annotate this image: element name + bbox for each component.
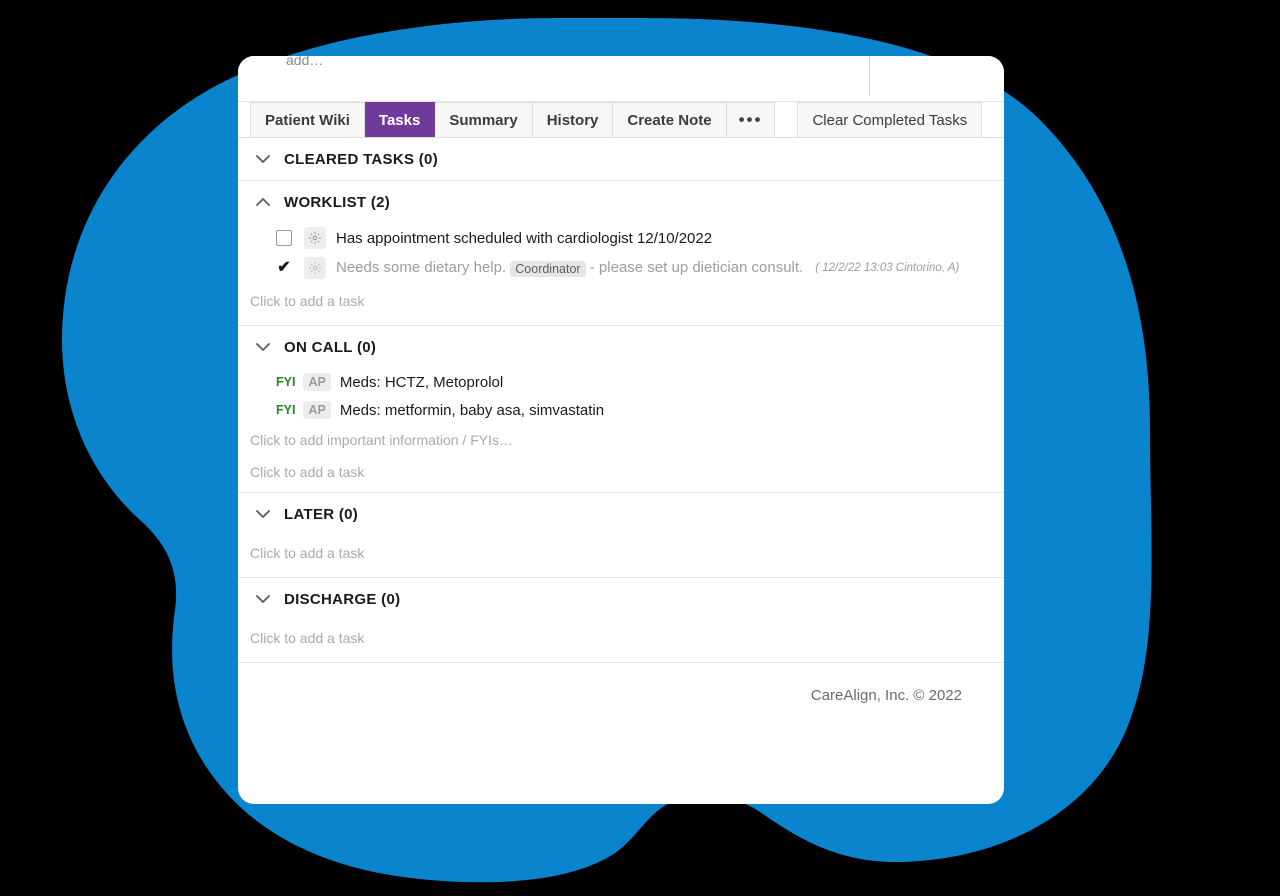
tab-patient-wiki[interactable]: Patient Wiki <box>250 102 365 137</box>
add-task-hint-discharge[interactable]: Click to add a task <box>238 620 1004 658</box>
table-row[interactable]: ✔ Needs some dietary help. Coordinator -… <box>238 253 1004 283</box>
tab-more-options-icon[interactable]: ••• <box>726 102 776 137</box>
task-text-before-chip: Needs some dietary help. <box>336 259 507 277</box>
section-on-call: ON CALL (0) FYI AP Meds: HCTZ, Metoprolo… <box>238 326 1004 493</box>
section-header-discharge[interactable]: DISCHARGE (0) <box>238 578 1004 620</box>
chevron-down-icon <box>252 336 274 358</box>
chevron-up-icon <box>252 191 274 213</box>
fyi-tag: FYI <box>276 403 296 417</box>
chevron-down-icon <box>252 148 274 170</box>
app-card: add… Patient Wiki Tasks Summary History … <box>238 56 1004 804</box>
table-row[interactable]: Has appointment scheduled with cardiolog… <box>238 223 1004 253</box>
section-discharge: DISCHARGE (0) Click to add a task <box>238 578 1004 663</box>
app-footer: CareAlign, Inc. © 2022 <box>238 663 1004 727</box>
chevron-down-icon <box>252 588 274 610</box>
worklist-body: Has appointment scheduled with cardiolog… <box>238 223 1004 325</box>
add-task-hint-worklist[interactable]: Click to add a task <box>238 283 1004 321</box>
section-title-discharge: DISCHARGE (0) <box>284 590 401 608</box>
section-title-later: LATER (0) <box>284 505 359 523</box>
top-strip-divider <box>869 56 870 96</box>
section-header-on-call[interactable]: ON CALL (0) <box>238 326 1004 368</box>
task-text-after-chip: - please set up dietician consult. <box>589 259 804 277</box>
section-title-cleared-tasks: CLEARED TASKS (0) <box>284 150 438 168</box>
list-item[interactable]: FYI AP Meds: metformin, baby asa, simvas… <box>238 396 1004 424</box>
fyi-tag: FYI <box>276 375 296 389</box>
task-label: Has appointment scheduled with cardiolog… <box>336 229 713 247</box>
tab-tasks[interactable]: Tasks <box>364 102 436 137</box>
section-header-worklist[interactable]: WORKLIST (2) <box>238 181 1004 223</box>
add-task-hint-later[interactable]: Click to add a task <box>238 535 1004 573</box>
task-checkbox-unchecked[interactable] <box>276 230 292 246</box>
copyright-text: CareAlign, Inc. © 2022 <box>810 686 962 704</box>
fyi-label: Meds: HCTZ, Metoprolol <box>339 373 504 391</box>
tab-history[interactable]: History <box>532 102 614 137</box>
gear-icon[interactable] <box>304 257 326 279</box>
chevron-down-icon <box>252 503 274 525</box>
tab-bar-spacer <box>775 102 797 137</box>
task-label-completed: Needs some dietary help. Coordinator - p… <box>336 259 804 277</box>
list-item[interactable]: FYI AP Meds: HCTZ, Metoprolol <box>238 368 1004 396</box>
section-title-on-call: ON CALL (0) <box>284 338 377 356</box>
task-checkbox-checked[interactable]: ✔ <box>276 260 292 276</box>
clear-completed-tasks-button[interactable]: Clear Completed Tasks <box>797 102 983 137</box>
on-call-body: FYI AP Meds: HCTZ, Metoprolol FYI AP Med… <box>238 368 1004 492</box>
fyi-label: Meds: metformin, baby asa, simvastatin <box>339 401 605 419</box>
ap-badge: AP <box>303 401 331 419</box>
tab-bar: Patient Wiki Tasks Summary History Creat… <box>238 102 1004 138</box>
add-task-hint-on-call[interactable]: Click to add a task <box>238 456 1004 488</box>
top-strip-cutoff-text: add… <box>286 56 324 68</box>
gear-icon[interactable] <box>304 227 326 249</box>
section-later: LATER (0) Click to add a task <box>238 493 1004 578</box>
tab-create-note[interactable]: Create Note <box>613 102 727 137</box>
section-header-later[interactable]: LATER (0) <box>238 493 1004 535</box>
ap-badge: AP <box>303 373 331 391</box>
section-cleared-tasks: CLEARED TASKS (0) <box>238 138 1004 181</box>
add-fyi-hint-on-call[interactable]: Click to add important information / FYI… <box>238 424 1004 456</box>
section-title-worklist: WORKLIST (2) <box>284 193 391 211</box>
role-chip-coordinator: Coordinator <box>510 260 586 277</box>
tab-summary[interactable]: Summary <box>435 102 533 137</box>
section-header-cleared-tasks[interactable]: CLEARED TASKS (0) <box>238 138 1004 180</box>
task-timestamp: ( 12/2/22 13:03 Cintorino, A) <box>815 262 960 274</box>
top-search-strip: add… <box>238 56 1004 102</box>
later-body: Click to add a task <box>238 535 1004 577</box>
screenshot-root: add… Patient Wiki Tasks Summary History … <box>0 0 1280 896</box>
discharge-body: Click to add a task <box>238 620 1004 662</box>
section-worklist: WORKLIST (2) Has appointment scheduled w… <box>238 181 1004 326</box>
